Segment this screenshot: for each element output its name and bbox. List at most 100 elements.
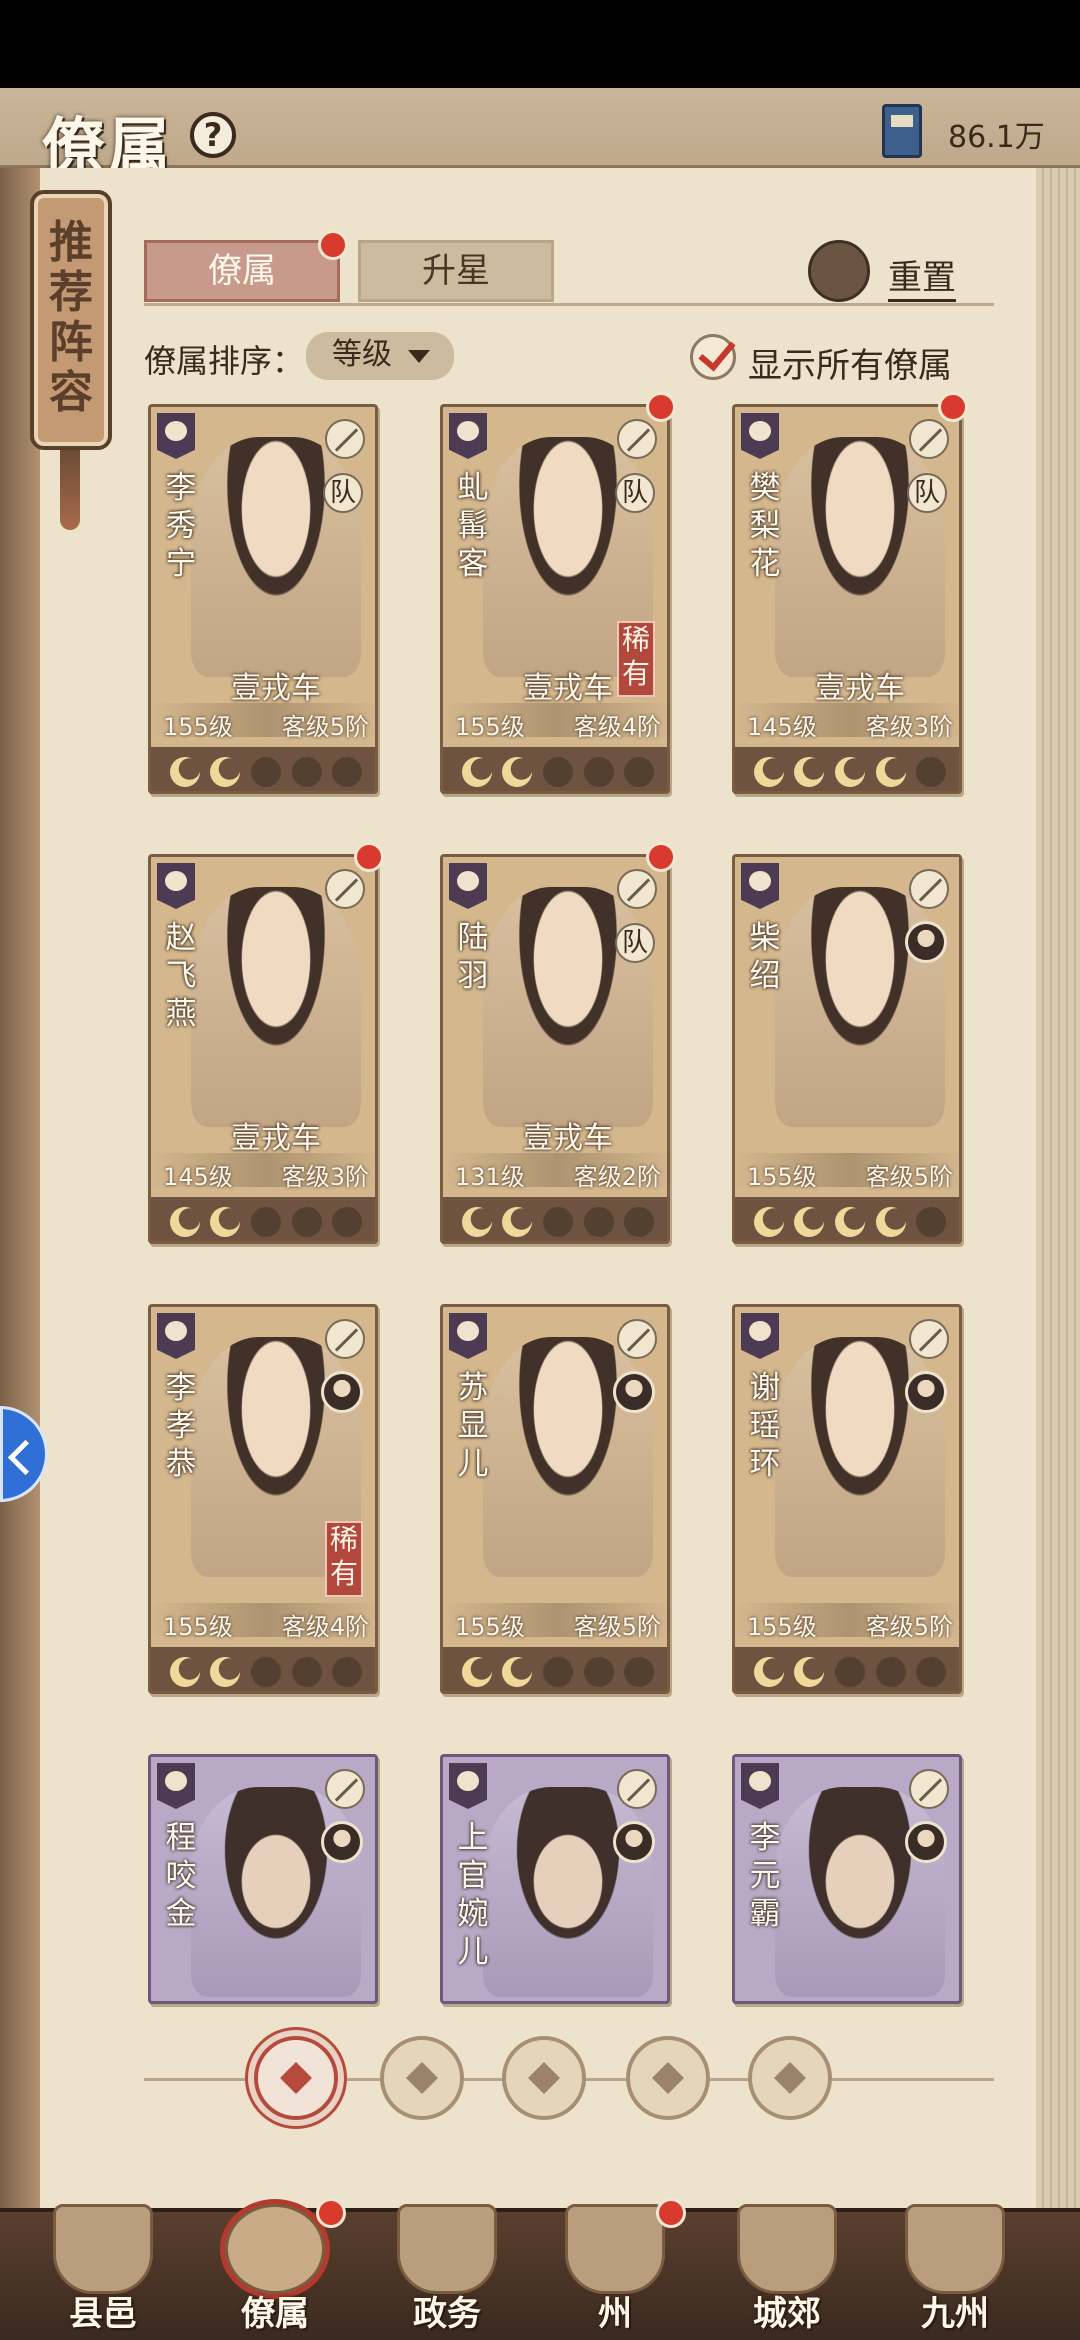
help-icon[interactable]: ? (190, 112, 236, 158)
avatar (613, 1821, 655, 1863)
retainer-title: 壹戎车 (231, 671, 321, 706)
retainer-name: 樊梨花 (749, 470, 781, 582)
nav-item[interactable]: 州 (540, 2196, 690, 2340)
chevron-down-icon (408, 350, 430, 363)
nav-item[interactable]: 九州 (880, 2196, 1030, 2340)
avatar (613, 1371, 655, 1413)
portrait-image (483, 1787, 653, 1997)
retainer-card[interactable]: 陆羽 队壹戎车 131级 客级2阶 (440, 854, 670, 1244)
retainer-name: 上官婉儿 (457, 1820, 489, 1970)
nav-label: 州 (598, 2294, 632, 2334)
retainer-card[interactable]: 程咬金 (148, 1754, 378, 2004)
notification-dot (316, 2198, 346, 2228)
retainer-card[interactable]: 樊梨花 队壹戎车 145级 客级3阶 (732, 404, 962, 794)
lion-filter-icon[interactable] (748, 2036, 832, 2120)
moon-empty-icon (916, 1207, 947, 1237)
weapon-icon (909, 1319, 949, 1359)
weapon-icon (909, 869, 949, 909)
retainer-stats: 155级 客级5阶 (735, 1603, 959, 1641)
weapon-icon (617, 419, 657, 459)
faction-icon (741, 863, 779, 909)
nav-item[interactable]: 县邑 (28, 2196, 178, 2340)
weapon-icon (617, 1769, 657, 1809)
nav-item[interactable]: 僚属 (200, 2196, 350, 2340)
portrait-image (191, 1787, 361, 1997)
moon-filled-icon (502, 1207, 533, 1237)
retainer-card[interactable]: 赵飞燕 壹戎车 145级 客级3阶 (148, 854, 378, 1244)
retainer-level: 131级 (455, 1163, 525, 1191)
retainer-name: 李元霸 (749, 1820, 781, 1932)
faction-icon (157, 863, 195, 909)
moon-filled-icon (210, 1657, 241, 1687)
nav-item[interactable]: 政务 (372, 2196, 522, 2340)
tab-retainers[interactable]: 僚属 (144, 240, 340, 302)
notification-dot (656, 2198, 686, 2228)
retainer-card[interactable]: 谢瑶环 155级 客级5阶 (732, 1304, 962, 1694)
moon-empty-icon (875, 1657, 906, 1687)
faction-icon (157, 1763, 195, 1809)
book-edge (1036, 168, 1080, 2208)
weapon-icon (617, 869, 657, 909)
retainer-stats: 155级 客级5阶 (735, 1153, 959, 1191)
retainer-title: 壹戎车 (815, 671, 905, 706)
retainer-rank: 客级5阶 (281, 713, 369, 741)
retainer-stats: 145级 客级3阶 (151, 1153, 375, 1191)
retainer-rank: 客级3阶 (865, 713, 953, 741)
retainer-level: 145级 (163, 1163, 233, 1191)
retainer-level: 155级 (747, 1613, 817, 1641)
weapon-icon (325, 1319, 365, 1359)
retainer-card[interactable]: 上官婉儿 (440, 1754, 670, 2004)
nav-label: 城郊 (753, 2294, 821, 2334)
moon-empty-icon (834, 1657, 865, 1687)
moon-empty-icon (583, 757, 614, 787)
retainer-rank: 客级4阶 (281, 1613, 369, 1641)
retainer-card[interactable]: 虬髯客队稀有 壹戎车 155级 客级4阶 (440, 404, 670, 794)
moon-empty-icon (332, 757, 363, 787)
moon-empty-icon (542, 1207, 573, 1237)
avatar (905, 1371, 947, 1413)
all-filter-icon[interactable] (254, 2036, 338, 2120)
show-all-label[interactable]: 显示所有僚属 (748, 338, 952, 387)
faction-icon (157, 413, 195, 459)
moon-empty-icon (250, 1657, 281, 1687)
moon-filled-icon (794, 1657, 825, 1687)
nav-label: 僚属 (241, 2294, 309, 2334)
sort-value: 等级 (332, 337, 392, 372)
moon-filled-icon (502, 757, 533, 787)
team-badge: 队 (615, 473, 655, 513)
moon-filled-icon (210, 1207, 241, 1237)
moon-empty-icon (624, 1207, 655, 1237)
gourd-filter-icon[interactable] (502, 2036, 586, 2120)
retainer-card[interactable]: 李秀宁 队壹戎车 155级 客级5阶 (148, 404, 378, 794)
sort-dropdown[interactable]: 等级 (306, 332, 454, 380)
show-all-checkbox[interactable] (690, 334, 736, 380)
retainer-card[interactable]: 李孝恭 稀有 155级 客级4阶 (148, 1304, 378, 1694)
faction-icon (449, 413, 487, 459)
tab-star-up[interactable]: 升星 (358, 240, 554, 302)
star-rating (735, 1197, 959, 1241)
retainer-card[interactable]: 李元霸 (732, 1754, 962, 2004)
portrait-image (775, 437, 945, 677)
faction-filter-icon[interactable] (380, 2036, 464, 2120)
reset-icon[interactable] (808, 240, 870, 302)
moon-filled-icon (834, 1207, 865, 1237)
retainer-level: 155级 (455, 1613, 525, 1641)
moon-empty-icon (583, 1207, 614, 1237)
faction-icon (449, 863, 487, 909)
moon-filled-icon (875, 1207, 906, 1237)
moon-filled-icon (753, 1657, 784, 1687)
retainer-card[interactable]: 柴绍 155级 客级5阶 (732, 854, 962, 1244)
avatar (905, 921, 947, 963)
moon-filled-icon (794, 1207, 825, 1237)
reset-button[interactable]: 重置 (888, 250, 956, 302)
moon-filled-icon (794, 757, 825, 787)
nav-item[interactable]: 城郊 (712, 2196, 862, 2340)
tab-divider (144, 303, 994, 306)
star-rating (151, 747, 375, 791)
star-rating (443, 1647, 667, 1691)
retainer-card[interactable]: 苏显儿 155级 客级5阶 (440, 1304, 670, 1694)
faction-icon (741, 1763, 779, 1809)
star-rating (735, 1647, 959, 1691)
fan-filter-icon[interactable] (626, 2036, 710, 2120)
avatar (321, 1821, 363, 1863)
